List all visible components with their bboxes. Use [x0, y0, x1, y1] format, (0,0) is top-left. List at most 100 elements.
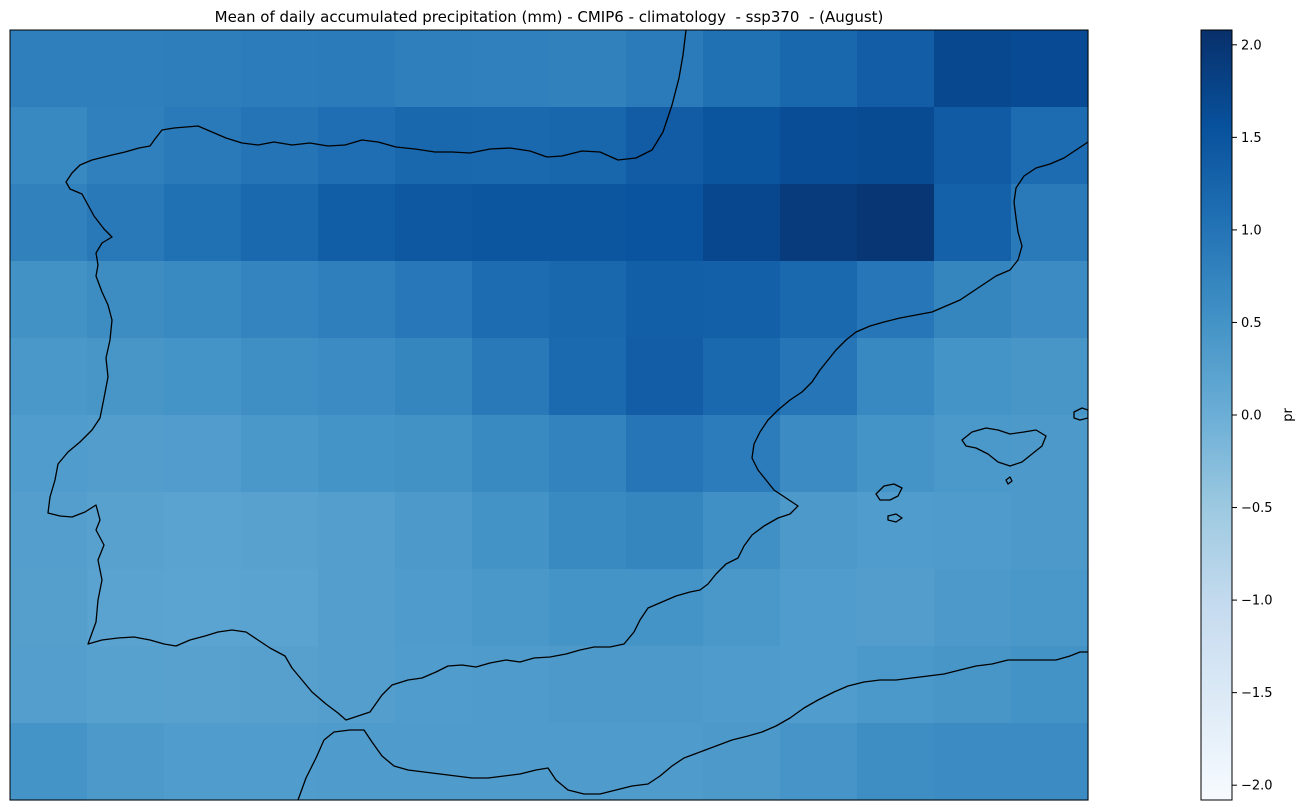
heatmap-cell: [780, 646, 858, 724]
colorbar-tick-label: −2.0: [1241, 779, 1273, 794]
heatmap-cell: [1011, 107, 1089, 185]
heatmap-cell: [549, 261, 627, 339]
heatmap-cell: [857, 646, 935, 724]
heatmap-cell: [241, 569, 319, 647]
heatmap-cell: [318, 184, 396, 262]
heatmap-cell: [857, 184, 935, 262]
colorbar-tick-label: −1.0: [1241, 594, 1273, 609]
colorbar-tick-label: −0.5: [1241, 501, 1273, 516]
heatmap-cell: [626, 261, 704, 339]
heatmap-cell: [549, 184, 627, 262]
heatmap-cell: [164, 492, 242, 570]
heatmap-cell: [87, 30, 165, 108]
heatmap-cell: [1011, 338, 1089, 416]
heatmap-cell: [549, 646, 627, 724]
heatmap-cell: [626, 338, 704, 416]
heatmap-cell: [857, 30, 935, 108]
heatmap-cell: [87, 261, 165, 339]
colorbar-tick-label: 1.5: [1241, 131, 1262, 146]
heatmap-cell: [241, 646, 319, 724]
colorbar-tick-label: 2.0: [1241, 38, 1262, 53]
heatmap-cell: [549, 107, 627, 185]
heatmap-cell: [626, 107, 704, 185]
heatmap-cell: [164, 338, 242, 416]
heatmap-cell: [164, 261, 242, 339]
heatmap-cell: [241, 107, 319, 185]
heatmap-cell: [549, 415, 627, 493]
heatmap-cell: [241, 261, 319, 339]
heatmap-cell: [934, 30, 1012, 108]
heatmap-cell: [703, 492, 781, 570]
heatmap-cell: [703, 338, 781, 416]
heatmap-cell: [87, 338, 165, 416]
heatmap-cell: [10, 723, 88, 801]
heatmap-cell: [395, 184, 473, 262]
heatmap-cell: [780, 338, 858, 416]
figure: Mean of daily accumulated precipitation …: [9, 8, 1296, 801]
colorbar-tick-label: 0.5: [1241, 316, 1262, 331]
heatmap-cell: [318, 338, 396, 416]
heatmap-cell: [241, 30, 319, 108]
heatmap-cell: [241, 184, 319, 262]
heatmap-cell: [395, 107, 473, 185]
heatmap-cell: [549, 30, 627, 108]
heatmap-cell: [395, 492, 473, 570]
heatmap-cell: [472, 107, 550, 185]
heatmap-cell: [164, 30, 242, 108]
colorbar-tick-label: 1.0: [1241, 223, 1262, 238]
heatmap-cell: [703, 646, 781, 724]
heatmap-cell: [395, 30, 473, 108]
heatmap-cell: [10, 415, 88, 493]
heatmap-cell: [934, 184, 1012, 262]
heatmap-cell: [395, 415, 473, 493]
heatmap-cell: [1011, 261, 1089, 339]
heatmap-cell: [934, 338, 1012, 416]
heatmap-cell: [472, 30, 550, 108]
heatmap-cell: [703, 723, 781, 801]
heatmap-cell: [164, 107, 242, 185]
heatmap-cell: [703, 569, 781, 647]
heatmap-cell: [395, 569, 473, 647]
colorbar: 2.0 1.5 1.0 0.5 0.0 −0.5 −1.0 −1.5 −2.0 pr: [1200, 29, 1296, 801]
heatmap-cell: [780, 569, 858, 647]
heatmap-cell: [318, 30, 396, 108]
heatmap-cell: [857, 492, 935, 570]
heatmap-cell: [395, 723, 473, 801]
heatmap-cell: [87, 569, 165, 647]
heatmap-cell: [934, 415, 1012, 493]
heatmap-cell: [780, 415, 858, 493]
heatmap-cell: [626, 415, 704, 493]
heatmap-cell: [780, 492, 858, 570]
heatmap-cell: [318, 646, 396, 724]
heatmap-cell: [10, 646, 88, 724]
colorbar-ticks: 2.0 1.5 1.0 0.5 0.0 −0.5 −1.0 −1.5 −2.0: [1232, 38, 1273, 794]
heatmap-cell: [10, 569, 88, 647]
heatmap-cell: [934, 261, 1012, 339]
heatmap-cell: [472, 569, 550, 647]
heatmap-cell: [780, 723, 858, 801]
heatmap-cell: [87, 415, 165, 493]
heatmap-cell: [318, 415, 396, 493]
heatmap-cell: [10, 338, 88, 416]
heatmap-cell: [241, 492, 319, 570]
heatmap-cell: [934, 492, 1012, 570]
heatmap-cell: [857, 415, 935, 493]
heatmap-cell: [395, 261, 473, 339]
heatmap-cell: [780, 30, 858, 108]
heatmap-cell: [703, 30, 781, 108]
colorbar-tick-label: 0.0: [1241, 409, 1262, 424]
heatmap-cell: [549, 723, 627, 801]
heatmap-cell: [1011, 30, 1089, 108]
heatmap-cell: [626, 646, 704, 724]
heatmap-cell: [10, 107, 88, 185]
heatmap-cell: [164, 646, 242, 724]
heatmap-cell: [780, 184, 858, 262]
heatmap-cell: [857, 338, 935, 416]
map-area: [9, 29, 1089, 801]
heatmap-cell: [934, 107, 1012, 185]
heatmap-cell: [164, 569, 242, 647]
heatmap-cell: [87, 107, 165, 185]
heatmap-cell: [10, 261, 88, 339]
heatmap-cell: [472, 415, 550, 493]
heatmap-cell: [703, 415, 781, 493]
